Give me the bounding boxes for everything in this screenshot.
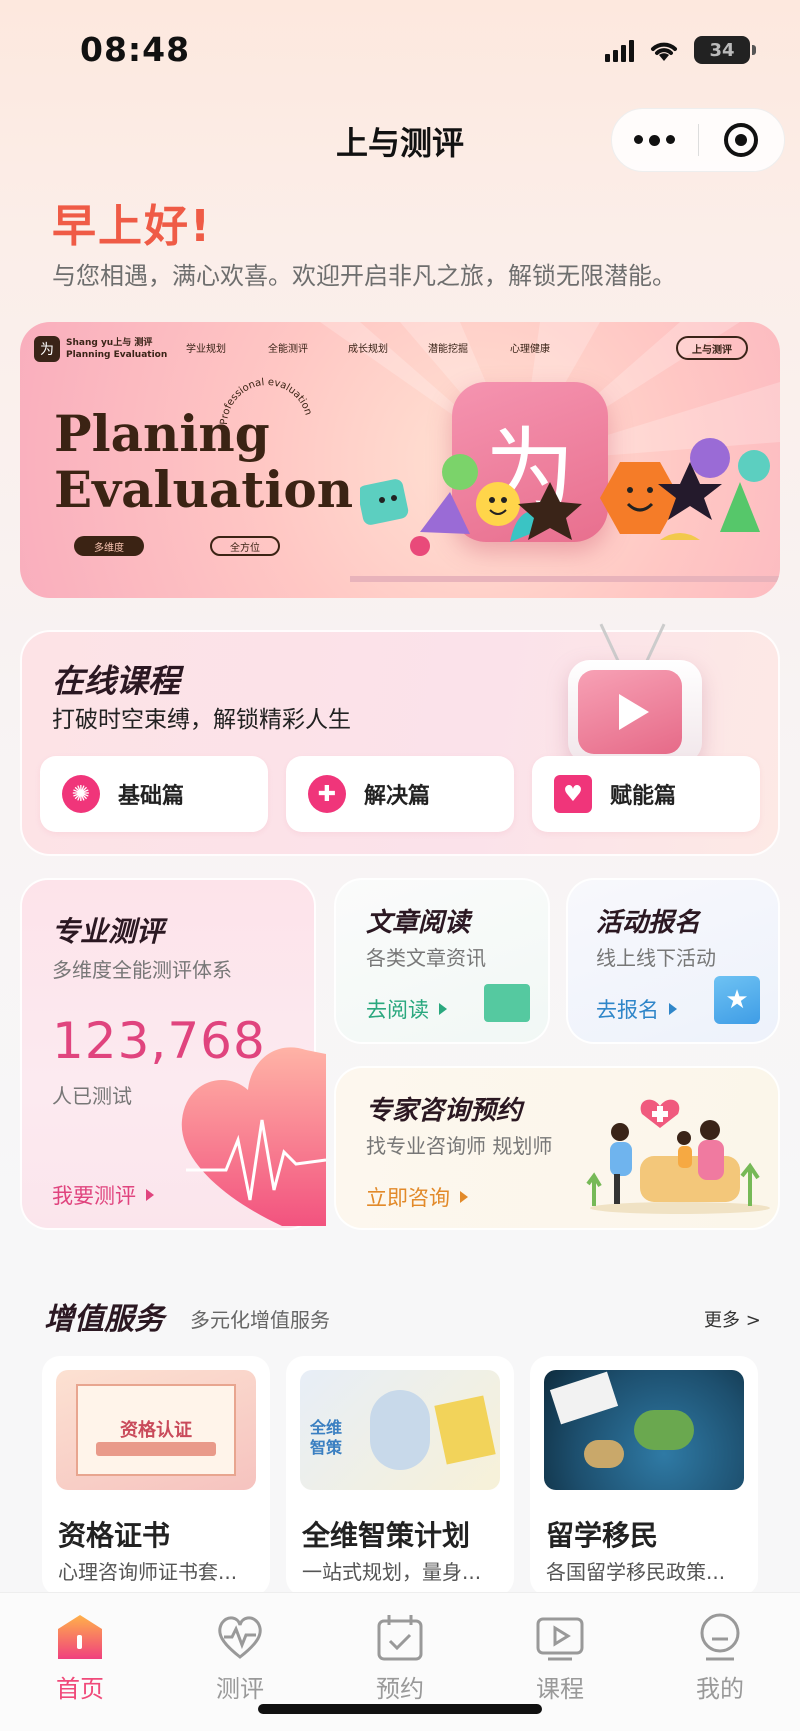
service-card-plan[interactable]: 全维智策 全维智策计划 一站式规划，量身... bbox=[286, 1356, 514, 1596]
consult-now-link[interactable]: 立即咨询 bbox=[366, 1182, 468, 1212]
status-time: 08:48 bbox=[80, 30, 191, 69]
expert-consult-subtitle: 找专业咨询师 规划师 bbox=[366, 1134, 553, 1158]
plan-image: 全维智策 bbox=[300, 1370, 500, 1490]
go-signup-link[interactable]: 去报名 bbox=[596, 994, 677, 1024]
tab-home[interactable]: 首页 bbox=[0, 1593, 160, 1731]
online-course-subtitle: 打破时空束缚，解锁精彩人生 bbox=[52, 707, 351, 733]
online-course-title: 在线课程 bbox=[52, 662, 181, 700]
banner-title: Planing Evaluation bbox=[54, 404, 354, 519]
logo-mark-icon: 为 bbox=[34, 336, 60, 362]
globe-image bbox=[544, 1370, 744, 1490]
user-icon bbox=[694, 1611, 746, 1663]
course-solution-button[interactable]: ✚ 解决篇 bbox=[286, 756, 514, 832]
video-play-icon bbox=[534, 1611, 586, 1663]
service-card-certificate[interactable]: 资格认证 资格证书 心理咨询师证书套... bbox=[42, 1356, 270, 1596]
activity-signup-subtitle: 线上线下活动 bbox=[596, 946, 716, 970]
service-desc: 各国留学移民政策... bbox=[546, 1560, 726, 1584]
course-basic-button[interactable]: ✺ 基础篇 bbox=[40, 756, 268, 832]
more-link[interactable]: 更多 > bbox=[704, 1306, 761, 1332]
value-added-subtitle: 多元化增值服务 bbox=[190, 1308, 330, 1332]
banner-nav-item: 成长规划 bbox=[348, 344, 388, 355]
service-desc: 心理咨询师证书套... bbox=[58, 1560, 238, 1584]
evaluation-subtitle: 多维度全能测评体系 bbox=[52, 958, 232, 982]
signal-icon bbox=[605, 38, 634, 62]
service-card-immigration[interactable]: 留学移民 各国留学移民政策... bbox=[530, 1356, 758, 1596]
evaluation-count-label: 人已测试 bbox=[52, 1084, 132, 1108]
banner-brand-button: 上与测评 bbox=[676, 336, 748, 360]
course-empower-button[interactable]: ♥ 赋能篇 bbox=[532, 756, 760, 832]
value-added-title: 增值服务 bbox=[44, 1302, 164, 1337]
home-icon bbox=[54, 1611, 106, 1663]
brain-icon: ✺ bbox=[62, 775, 100, 813]
banner-nav-item: 潜能挖掘 bbox=[428, 344, 468, 355]
greeting-subtitle: 与您相遇，满心欢喜。欢迎开启非凡之旅，解锁无限潜能。 bbox=[52, 262, 676, 290]
calendar-check-icon bbox=[374, 1611, 426, 1663]
banner-nav-item: 心理健康 bbox=[510, 344, 550, 355]
banner-nav-item: 全能测评 bbox=[268, 344, 308, 355]
book-icon bbox=[484, 984, 530, 1022]
article-reading-subtitle: 各类文章资讯 bbox=[366, 946, 486, 970]
service-title: 全维智策计划 bbox=[302, 1519, 471, 1552]
cute-shapes-illustration bbox=[360, 438, 770, 556]
heart-plus-icon: ✚ bbox=[308, 775, 346, 813]
mini-program-capsule bbox=[611, 108, 785, 172]
banner-pill: 多维度 bbox=[74, 536, 144, 556]
heartbeat-icon bbox=[214, 1611, 266, 1663]
article-reading-title: 文章阅读 bbox=[366, 908, 471, 938]
evaluation-title: 专业测评 bbox=[52, 915, 165, 948]
more-icon[interactable] bbox=[612, 134, 698, 146]
service-title: 留学移民 bbox=[546, 1519, 659, 1552]
expert-consult-title: 专家咨询预约 bbox=[366, 1096, 523, 1126]
service-title: 资格证书 bbox=[58, 1519, 171, 1552]
greeting-title: 早上好! bbox=[52, 201, 213, 252]
certificate-image: 资格认证 bbox=[56, 1370, 256, 1490]
service-desc: 一站式规划，量身... bbox=[302, 1560, 482, 1584]
tv-play-icon bbox=[568, 620, 706, 764]
home-indicator bbox=[258, 1704, 542, 1714]
banner-logo: 为 Shang yu上与 测评 Planning Evaluation bbox=[34, 336, 167, 362]
banner-pill: 全方位 bbox=[210, 536, 280, 556]
tab-mine[interactable]: 我的 bbox=[640, 1593, 800, 1731]
start-evaluation-link[interactable]: 我要测评 bbox=[52, 1180, 154, 1210]
heartbeat-heart-icon bbox=[181, 1047, 326, 1226]
banner-nav-item: 学业规划 bbox=[186, 344, 226, 355]
go-read-link[interactable]: 去阅读 bbox=[366, 994, 447, 1024]
battery-icon: 34 bbox=[694, 36, 756, 64]
wifi-icon bbox=[651, 42, 677, 61]
banner[interactable]: 为 Shang yu上与 测评 Planning Evaluation 学业规划 … bbox=[20, 322, 780, 598]
close-target-icon[interactable] bbox=[699, 123, 785, 157]
star-badge-icon: ★ bbox=[714, 976, 760, 1024]
house-heart-icon: ♥ bbox=[554, 775, 592, 813]
status-icons: 34 bbox=[605, 36, 756, 64]
family-consult-illustration bbox=[586, 1099, 770, 1214]
activity-signup-title: 活动报名 bbox=[596, 908, 701, 938]
